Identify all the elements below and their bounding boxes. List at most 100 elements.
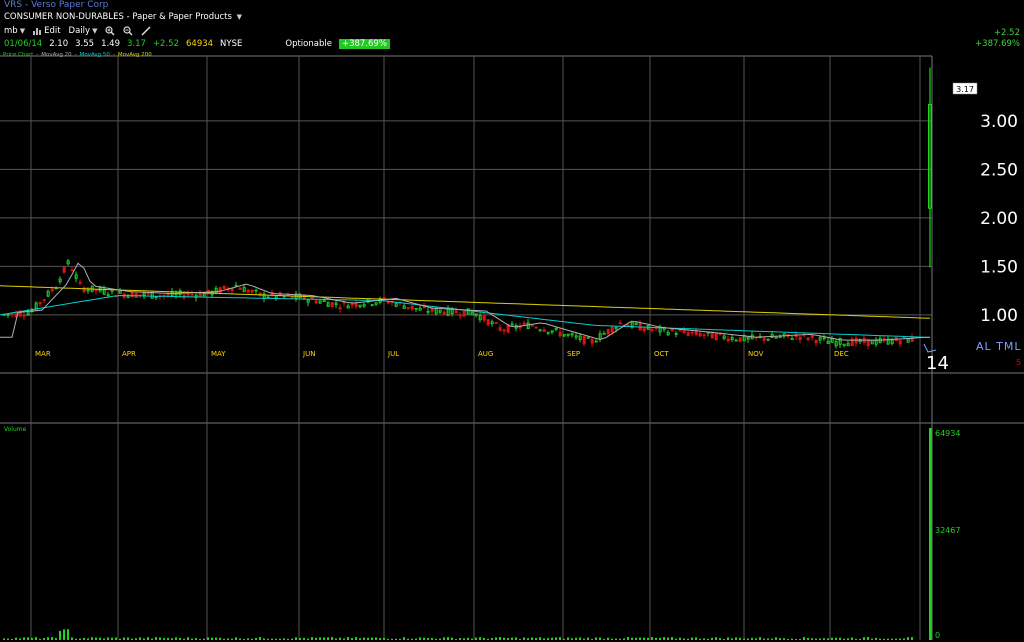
candle-body <box>626 324 630 327</box>
volume-bar <box>887 638 889 640</box>
layout-dropdown[interactable]: mb ▼ <box>4 26 25 36</box>
volume-bar <box>687 638 689 640</box>
price-axis-label: 1.50 <box>980 257 1018 277</box>
volume-bar <box>15 637 17 640</box>
sector-label: CONSUMER NON-DURABLES <box>4 12 124 22</box>
volume-bar <box>235 637 237 640</box>
volume-bar <box>559 637 561 640</box>
sector-selector[interactable]: CONSUMER NON-DURABLES - Paper & Paper Pr… <box>4 12 242 22</box>
candle-body <box>42 299 46 301</box>
candle-body <box>522 322 526 325</box>
candle-body <box>854 337 858 344</box>
candle-body <box>806 337 810 341</box>
candle-body <box>814 339 818 344</box>
volume-bar <box>695 637 697 640</box>
volume-bar <box>315 637 317 640</box>
candle-body <box>454 310 458 314</box>
volume-bar <box>255 637 257 640</box>
volume-bar <box>787 638 789 640</box>
volume-bar <box>259 637 261 640</box>
volume-bar <box>595 637 597 640</box>
volume-bar <box>655 637 657 640</box>
candle-body <box>146 292 150 295</box>
volume-bar <box>219 637 221 640</box>
quote-date: 01/06/14 <box>4 39 43 49</box>
volume-bar <box>567 637 569 640</box>
volume-axis-label: 0 <box>935 631 940 640</box>
quote-high: 3.55 <box>75 39 95 49</box>
volume-bar <box>883 638 885 640</box>
candle-body <box>534 326 538 329</box>
candle-body <box>462 310 466 317</box>
legend-price[interactable]: Price Chart <box>3 52 33 58</box>
volume-bar <box>195 638 197 640</box>
volume-bar <box>275 638 277 640</box>
pct-change-badge: +387.69% <box>338 39 390 49</box>
candle-body <box>590 338 594 344</box>
volume-bar <box>763 638 765 640</box>
volume-bar <box>571 638 573 640</box>
volume-bar <box>231 638 233 640</box>
volume-bar <box>187 637 189 640</box>
candle-body <box>406 306 410 309</box>
volume-bar <box>103 638 105 640</box>
volume-bar <box>283 638 285 640</box>
volume-bar <box>99 637 101 640</box>
candle-body <box>610 326 614 333</box>
volume-bar <box>539 637 541 640</box>
volume-bar <box>459 638 461 640</box>
volume-bar <box>615 638 617 640</box>
volume-bar <box>807 637 809 640</box>
candle-body <box>606 328 610 335</box>
legend-ma50[interactable]: MovAvg 50 <box>80 52 110 58</box>
legend-ma20[interactable]: MovAvg 20 <box>41 52 71 58</box>
volume-bar <box>739 637 741 640</box>
zoom-out-button[interactable] <box>123 26 133 36</box>
month-label: DEC <box>834 350 849 358</box>
zoom-in-button[interactable] <box>105 26 115 36</box>
volume-bar <box>903 638 905 640</box>
volume-bar <box>379 638 381 640</box>
volume-bar <box>435 638 437 640</box>
volume-bar <box>411 638 413 640</box>
volume-bar <box>63 629 65 640</box>
period-label: Daily <box>68 26 91 36</box>
legend-ma200[interactable]: MovAvg 200 <box>118 52 152 58</box>
volume-bar <box>51 637 53 640</box>
volume-bar <box>711 637 713 640</box>
draw-button[interactable] <box>141 26 151 36</box>
volume-axis-label: 64934 <box>935 429 960 438</box>
candle-body <box>314 300 318 304</box>
candle-body <box>338 307 342 310</box>
edit-button[interactable]: Edit <box>33 26 61 36</box>
volume-bar <box>691 637 693 640</box>
candle-body <box>494 322 498 324</box>
price-chart[interactable]: 3.00 2.50 2.00 1.50 1.00 MAR APR MAY JUN JUL AUG SE… <box>0 0 1024 642</box>
volume-bar <box>863 637 865 640</box>
volume-bar <box>415 638 417 640</box>
period-dropdown[interactable]: Daily ▼ <box>69 26 98 36</box>
volume-bar <box>819 638 821 640</box>
volume-bar <box>639 637 641 640</box>
volume-bar <box>211 637 213 640</box>
candle-body <box>502 329 506 332</box>
volume-bar <box>119 638 121 640</box>
price-axis-label: 1.00 <box>980 306 1018 326</box>
volume-bar <box>167 637 169 640</box>
volume-bar <box>907 637 909 640</box>
volume-bar <box>399 638 401 640</box>
volume-bar <box>179 637 181 640</box>
volume-bar <box>115 637 117 640</box>
volume-bar <box>299 637 301 640</box>
volume-bar <box>163 638 165 640</box>
candle-body <box>238 287 242 290</box>
volume-bar <box>803 637 805 640</box>
volume-bar <box>407 638 409 640</box>
month-label: SEP <box>567 350 580 358</box>
candle-body <box>310 296 314 300</box>
candle-body <box>442 311 446 315</box>
symbol-title[interactable]: VRS - Verso Paper Corp <box>4 0 108 10</box>
candle-body <box>738 337 742 342</box>
volume-bar <box>35 637 37 640</box>
volume-bar <box>815 638 817 640</box>
